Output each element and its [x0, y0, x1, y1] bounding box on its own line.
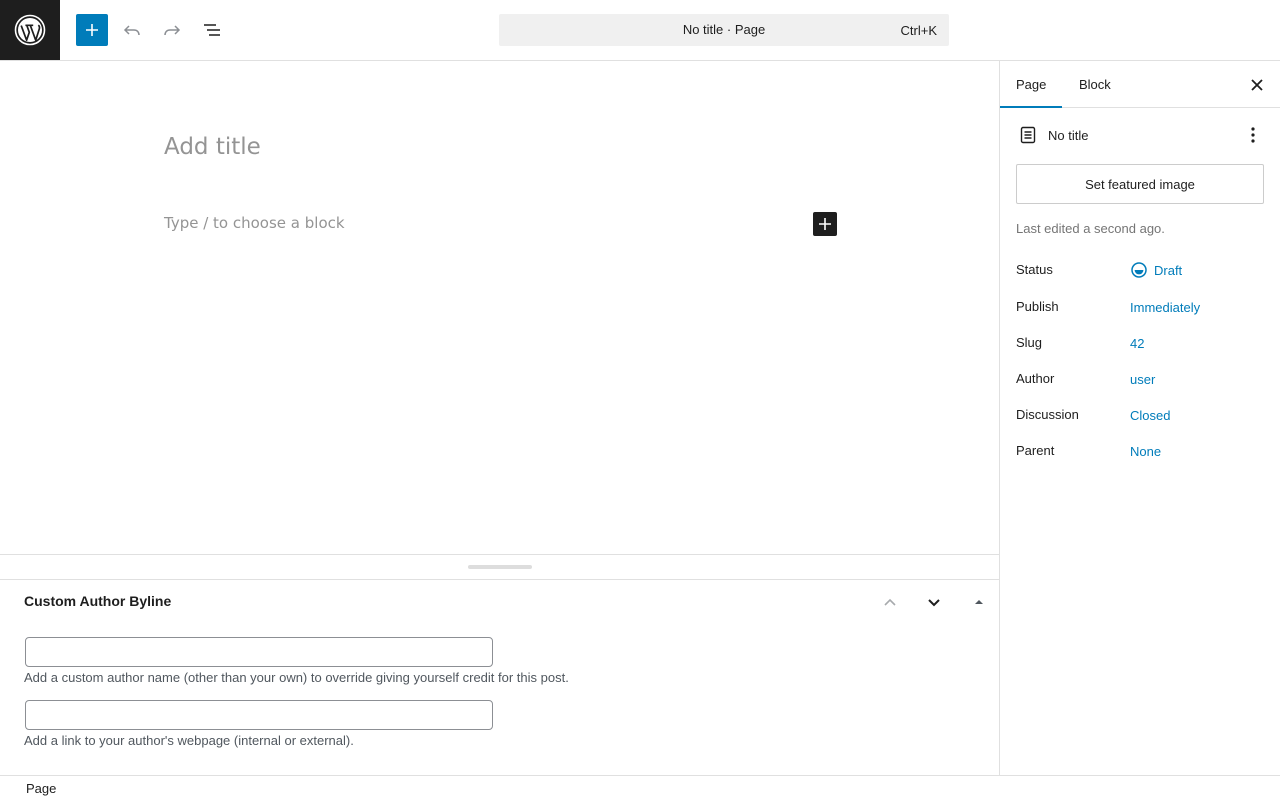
custom-author-byline-metabox: Custom Author Byline Add a custom author… — [0, 580, 999, 775]
editor-canvas: Add title Type / to choose a block — [0, 61, 999, 554]
author-value-button[interactable]: user — [1130, 372, 1155, 387]
move-down-button[interactable] — [922, 590, 946, 614]
document-title-indicator: No title · Page — [682, 22, 766, 37]
breadcrumb[interactable]: Page — [26, 781, 56, 796]
sidebar-tabs: Page Block — [1000, 61, 1280, 108]
metabox-title: Custom Author Byline — [24, 593, 172, 609]
close-icon — [1251, 79, 1263, 91]
tab-page[interactable]: Page — [1000, 61, 1062, 108]
command-palette-bar[interactable]: No title · Page Ctrl+K — [499, 14, 949, 46]
editor-header: No title · Page Ctrl+K — [0, 0, 1280, 61]
document-title: No title — [1048, 128, 1089, 143]
discussion-label: Discussion — [1016, 407, 1079, 422]
caret-up-icon — [975, 600, 983, 604]
author-label: Author — [1016, 371, 1055, 386]
add-block-button[interactable] — [813, 212, 837, 236]
draft-status-icon — [1131, 262, 1147, 278]
publish-value-button[interactable]: Immediately — [1130, 300, 1200, 315]
slug-value-button[interactable]: 42 — [1130, 336, 1144, 351]
tab-block[interactable]: Block — [1063, 61, 1127, 108]
meta-boxes-resize-area — [0, 554, 999, 580]
status-label: Status — [1016, 262, 1053, 277]
more-vertical-icon — [1251, 127, 1255, 143]
parent-label: Parent — [1016, 443, 1055, 458]
plus-icon — [86, 24, 98, 36]
custom-author-name-input[interactable] — [25, 637, 493, 667]
parent-value-button[interactable]: None — [1130, 444, 1161, 459]
block-inserter-button[interactable] — [76, 14, 108, 46]
status-value-button[interactable]: Draft — [1154, 263, 1182, 278]
undo-button[interactable] — [116, 14, 148, 46]
editor-footer: Page — [0, 775, 1280, 800]
last-edited-text: Last edited a second ago. — [1016, 221, 1165, 236]
chevron-up-icon — [884, 598, 896, 606]
default-block-appender[interactable]: Type / to choose a block — [164, 214, 345, 232]
list-view-icon — [204, 24, 220, 36]
undo-icon — [123, 25, 140, 36]
discussion-value-button[interactable]: Closed — [1130, 408, 1170, 423]
document-actions-button[interactable] — [1241, 123, 1265, 147]
settings-sidebar: Page Block No title Set featured image L… — [999, 61, 1280, 775]
redo-icon — [164, 25, 181, 36]
post-title-field[interactable]: Add title — [164, 134, 261, 160]
author-webpage-description: Add a link to your author's webpage (int… — [24, 733, 354, 748]
keyboard-shortcut-label: Ctrl+K — [900, 23, 937, 38]
plus-icon — [819, 218, 831, 230]
author-webpage-input[interactable] — [25, 700, 493, 730]
toggle-panel-button[interactable] — [967, 590, 991, 614]
wordpress-logo-glyph — [14, 14, 46, 46]
meta-boxes-resize-handle[interactable] — [468, 565, 532, 569]
slug-label: Slug — [1016, 335, 1043, 350]
document-overview-button[interactable] — [196, 14, 228, 46]
wordpress-logo-icon[interactable] — [0, 0, 60, 60]
chevron-down-icon — [928, 599, 940, 607]
custom-author-name-description: Add a custom author name (other than you… — [24, 670, 569, 685]
redo-button[interactable] — [156, 14, 188, 46]
page-document-icon — [1020, 126, 1036, 144]
move-up-button[interactable] — [878, 590, 902, 614]
close-sidebar-button[interactable] — [1245, 73, 1269, 97]
publish-label: Publish — [1016, 299, 1059, 314]
set-featured-image-button[interactable]: Set featured image — [1016, 164, 1264, 204]
